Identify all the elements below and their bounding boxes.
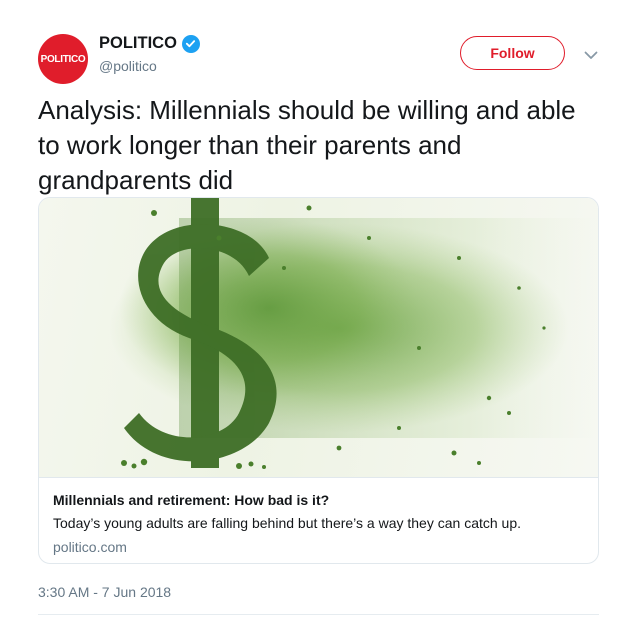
link-card[interactable]: Millennials and retirement: How bad is i… [38,197,599,564]
card-image [39,198,598,478]
account-handle[interactable]: @politico [99,58,200,74]
card-domain: politico.com [53,539,127,555]
divider [38,614,599,615]
chevron-down-icon[interactable] [581,45,601,65]
card-title[interactable]: Millennials and retirement: How bad is i… [53,491,584,509]
verified-badge-icon [181,34,200,53]
avatar-logo-text: POLITICO [40,53,86,65]
tweet: POLITICO POLITICO @politico Follow Analy… [0,0,639,619]
follow-button[interactable]: Follow [460,36,565,70]
tweet-text: Analysis: Millennials should be willing … [38,95,576,195]
display-name[interactable]: POLITICO [99,34,177,53]
dollar-sign-dissolving-image [109,198,598,469]
tweet-timestamp[interactable]: 3:30 AM - 7 Jun 2018 [38,584,171,600]
avatar[interactable]: POLITICO [38,34,88,84]
display-name-row: POLITICO [99,34,200,53]
account-info: POLITICO @politico [99,34,200,74]
card-body: Millennials and retirement: How bad is i… [39,478,598,557]
card-description: Today’s young adults are falling behind … [53,515,522,531]
